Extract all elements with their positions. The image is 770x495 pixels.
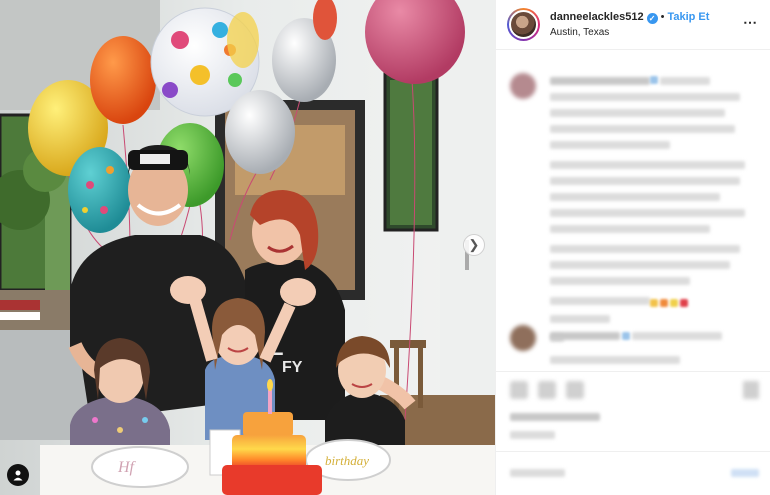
verified-badge-icon: ✓ (646, 13, 658, 24)
blurred-caption-area (496, 51, 770, 495)
more-options-icon[interactable]: ⋯ (743, 14, 758, 31)
post-header: danneelackles512 ✓ • Takip Et Austin, Texas… (496, 0, 770, 50)
post-photo[interactable]: L FY Hf birthday ❯ (0, 0, 495, 495)
post-side-panel: danneelackles512 ✓ • Takip Et Austin, Texas… (495, 0, 770, 495)
avatar[interactable] (507, 8, 540, 41)
chevron-right-icon: ❯ (468, 237, 480, 252)
svg-text:FY: FY (282, 359, 303, 376)
commenter-avatar (510, 73, 536, 99)
user-tag-button[interactable] (7, 464, 29, 486)
username-link[interactable]: danneelackles512 (550, 11, 644, 23)
photo-illustration: L FY Hf birthday (0, 0, 495, 495)
user-tag-icon (13, 470, 23, 481)
plate-right-text: birthday (325, 453, 369, 468)
carousel-next-button[interactable]: ❯ (463, 234, 485, 256)
svg-text:Hf: Hf (117, 459, 137, 476)
follow-button[interactable]: Takip Et (667, 11, 709, 23)
location-link[interactable]: Austin, Texas (550, 27, 609, 38)
post-author-line: danneelackles512 ✓ • Takip Et (550, 11, 709, 24)
separator-dot: • (660, 11, 665, 23)
